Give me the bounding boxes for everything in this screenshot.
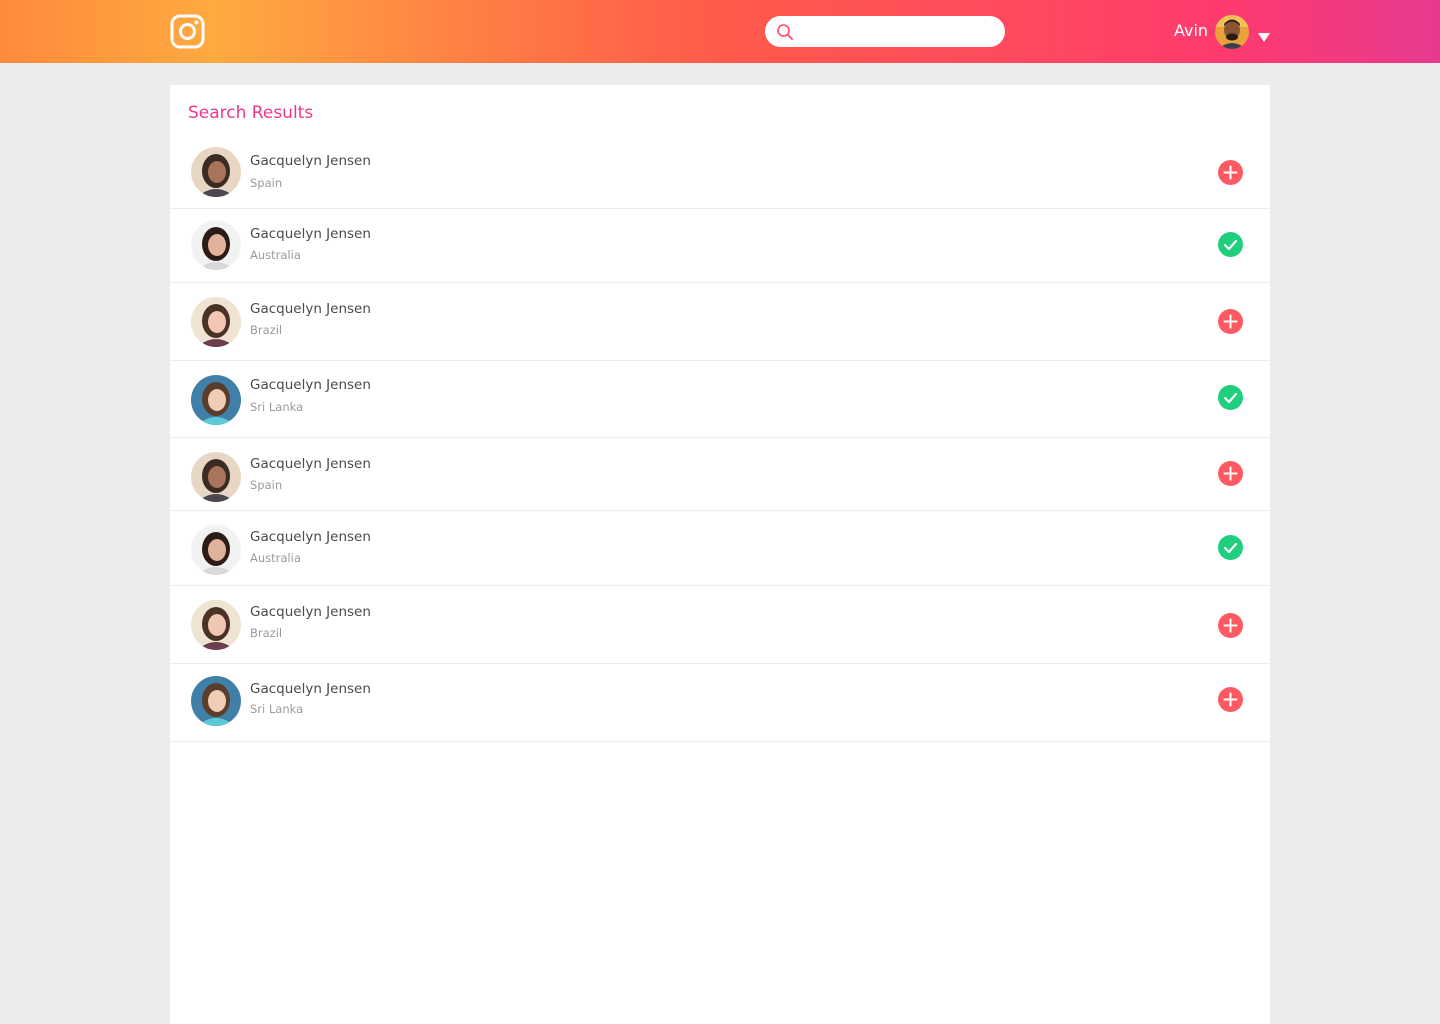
check-icon[interactable] <box>1218 385 1243 410</box>
result-country: Spain <box>250 478 283 492</box>
result-name[interactable]: Gacquelyn Jensen <box>250 153 371 170</box>
result-name[interactable]: Gacquelyn Jensen <box>250 226 371 243</box>
result-country: Brazil <box>250 323 283 337</box>
result-row[interactable]: Gacquelyn Jensen Australia <box>170 510 1270 586</box>
result-country: Australia <box>250 551 301 565</box>
result-avatar[interactable] <box>191 147 241 197</box>
result-row[interactable]: Gacquelyn Jensen Spain <box>170 437 1270 511</box>
result-row[interactable]: Gacquelyn Jensen Sri Lanka <box>170 663 1270 742</box>
result-row[interactable]: Gacquelyn Jensen Brazil <box>170 282 1270 361</box>
result-avatar[interactable] <box>191 676 241 726</box>
result-country: Sri Lanka <box>250 400 304 414</box>
result-name[interactable]: Gacquelyn Jensen <box>250 681 371 698</box>
check-icon[interactable] <box>1218 535 1243 560</box>
instagram-logo-icon[interactable] <box>170 14 205 49</box>
plus-icon[interactable] <box>1218 613 1243 638</box>
result-name[interactable]: Gacquelyn Jensen <box>250 377 371 394</box>
result-avatar[interactable] <box>191 375 241 425</box>
result-row[interactable]: Gacquelyn Jensen Spain <box>170 135 1270 209</box>
result-row[interactable]: Gacquelyn Jensen Sri Lanka <box>170 360 1270 438</box>
result-avatar[interactable] <box>191 600 241 650</box>
result-country: Sri Lanka <box>250 702 304 716</box>
result-country: Australia <box>250 248 301 262</box>
search-box[interactable] <box>765 16 1005 47</box>
result-avatar[interactable] <box>191 452 241 502</box>
result-avatar[interactable] <box>191 297 241 347</box>
result-country: Brazil <box>250 626 283 640</box>
search-input[interactable] <box>799 16 995 47</box>
check-icon[interactable] <box>1218 232 1243 257</box>
search-icon[interactable] <box>776 23 794 41</box>
result-avatar[interactable] <box>191 220 241 270</box>
result-name[interactable]: Gacquelyn Jensen <box>250 529 371 546</box>
result-avatar[interactable] <box>191 525 241 575</box>
result-name[interactable]: Gacquelyn Jensen <box>250 456 371 473</box>
top-bar: Avin <box>0 0 1440 63</box>
plus-icon[interactable] <box>1218 160 1243 185</box>
plus-icon[interactable] <box>1218 687 1243 712</box>
result-country: Spain <box>250 176 283 190</box>
plus-icon[interactable] <box>1218 309 1243 334</box>
plus-icon[interactable] <box>1218 461 1243 486</box>
user-name[interactable]: Avin <box>1174 21 1208 41</box>
search-results-title: Search Results <box>188 103 314 123</box>
caret-down-icon[interactable] <box>1258 27 1270 42</box>
user-avatar[interactable] <box>1215 15 1249 49</box>
result-row[interactable]: Gacquelyn Jensen Australia <box>170 208 1270 283</box>
result-name[interactable]: Gacquelyn Jensen <box>250 301 371 318</box>
result-row[interactable]: Gacquelyn Jensen Brazil <box>170 585 1270 664</box>
search-results-panel: Search Results Gacquelyn Jensen Spain Gacq… <box>170 85 1270 1024</box>
result-name[interactable]: Gacquelyn Jensen <box>250 604 371 621</box>
